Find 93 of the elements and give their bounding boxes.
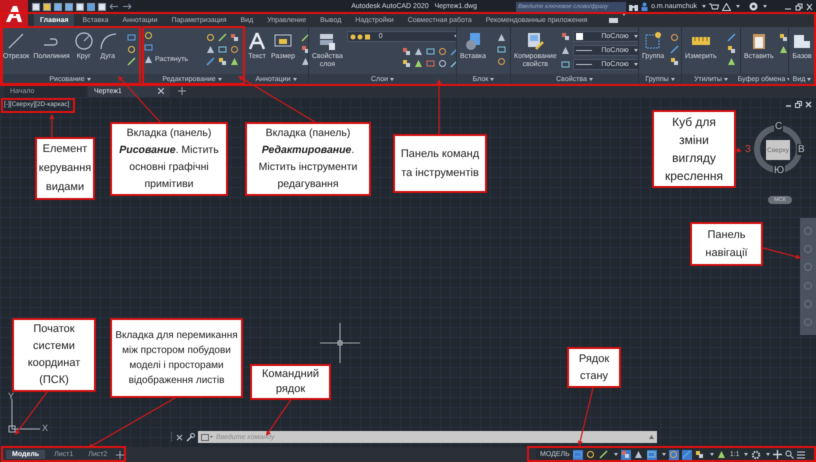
callout: Командний рядок [250, 364, 331, 400]
ucs-axes-icon [6, 397, 42, 433]
caret-icon [634, 35, 638, 38]
status-toggle-icon[interactable] [634, 450, 644, 460]
caret-icon [634, 49, 638, 52]
layers-icon [317, 31, 338, 51]
caret-icon [670, 78, 675, 81]
caret-icon [390, 78, 394, 81]
status-toggle-icon[interactable] [716, 450, 727, 460]
restore-icon[interactable] [795, 2, 803, 10]
caret-icon [766, 453, 770, 456]
arrow [436, 79, 442, 134]
group-icon [643, 31, 664, 51]
arrow [736, 148, 742, 153]
user-icon[interactable] [641, 2, 648, 11]
tool-icon[interactable] [300, 56, 308, 66]
line-sample [576, 64, 592, 65]
prompt-icon[interactable] [201, 434, 213, 440]
tool-icon[interactable] [300, 32, 308, 42]
caret-icon [744, 453, 748, 456]
status-toggle-icon[interactable] [598, 450, 609, 460]
status-toggle-icon[interactable] [668, 450, 679, 460]
arrow [266, 398, 292, 436]
line-icon [6, 31, 26, 51]
callout: Вкладка (панель) Рисование. Містить основні графічні примітиви [110, 122, 228, 196]
video-icon[interactable] [609, 16, 618, 24]
new-layout-icon[interactable] [116, 450, 124, 458]
arrow [762, 247, 801, 260]
callout: Куб для зміни вигляду креслення [652, 110, 736, 188]
compass-label[interactable]: С [774, 121, 784, 132]
grip-icon[interactable] [170, 432, 173, 442]
color-swatch [576, 33, 583, 40]
caret-icon [702, 5, 706, 8]
caret-icon [218, 78, 222, 81]
text-icon [247, 31, 267, 51]
status-toggle-icon[interactable] [646, 450, 657, 460]
caret-icon [662, 453, 666, 456]
status-toggle-icon[interactable] [620, 450, 631, 460]
close-icon[interactable] [158, 88, 164, 94]
caret-icon [588, 78, 593, 81]
status-toggle-icon[interactable] [682, 450, 692, 460]
restore-icon[interactable] [795, 101, 802, 108]
redo-icon[interactable] [122, 3, 132, 10]
wrench-icon[interactable] [186, 432, 195, 442]
caret-icon [634, 63, 638, 66]
callout: Панель навігації [690, 222, 763, 266]
search-icon[interactable] [785, 450, 794, 459]
caret-icon [763, 5, 767, 8]
settings-icon[interactable] [751, 450, 762, 460]
cart-icon[interactable] [709, 2, 719, 10]
axis-label: Y [8, 391, 14, 401]
callout: Панель команд та інструментів [393, 134, 487, 193]
status-toggle-icon[interactable] [694, 450, 705, 460]
status-toggle-icon[interactable] [586, 450, 596, 460]
arrow [50, 114, 54, 137]
callout: Вкладка (панель) Редактирование. Містить інструменти редагування [245, 122, 371, 196]
help-icon[interactable] [749, 2, 758, 11]
binoculars-icon[interactable] [629, 2, 638, 10]
crosshair-cursor [320, 323, 360, 363]
status-toggle-icon[interactable] [572, 450, 583, 460]
caret-icon [490, 78, 494, 81]
logo-icon[interactable] [4, 4, 24, 22]
caret-icon [807, 78, 812, 81]
menu-icon[interactable] [797, 450, 806, 458]
callout: Початок системи координат (ПСК) [12, 318, 96, 392]
axis-label: X [42, 423, 48, 433]
caret-icon [622, 13, 626, 16]
close-icon[interactable] [805, 101, 812, 108]
caret-icon [710, 453, 714, 456]
circle-icon [74, 31, 94, 51]
caret-icon [86, 78, 91, 81]
match-properties-icon [525, 31, 546, 51]
compass-label[interactable]: В [797, 144, 806, 155]
caret-icon [724, 78, 728, 81]
plus-icon[interactable] [773, 450, 782, 459]
caret-icon [292, 78, 296, 81]
callout: Елемент керування видами [35, 137, 95, 200]
undo-icon[interactable] [109, 3, 119, 10]
compass-ring[interactable] [753, 124, 803, 174]
arrow [578, 388, 594, 446]
compass-label[interactable]: Ю [773, 165, 786, 176]
line-sample [576, 50, 592, 51]
caret-icon[interactable] [649, 435, 654, 439]
callout: Рядок стану [567, 347, 621, 388]
new-tab-icon[interactable] [178, 87, 186, 95]
arc-icon [98, 31, 118, 51]
close-icon[interactable] [176, 434, 183, 440]
tool-icon[interactable] [300, 44, 308, 54]
caret-icon [736, 5, 740, 8]
triangle-icon[interactable] [722, 2, 731, 10]
callout: Вкладка для перемикання між прстором побудови моделі і просторами відображення листів [110, 318, 243, 398]
caret-icon [614, 453, 618, 456]
close-icon[interactable] [806, 2, 812, 10]
